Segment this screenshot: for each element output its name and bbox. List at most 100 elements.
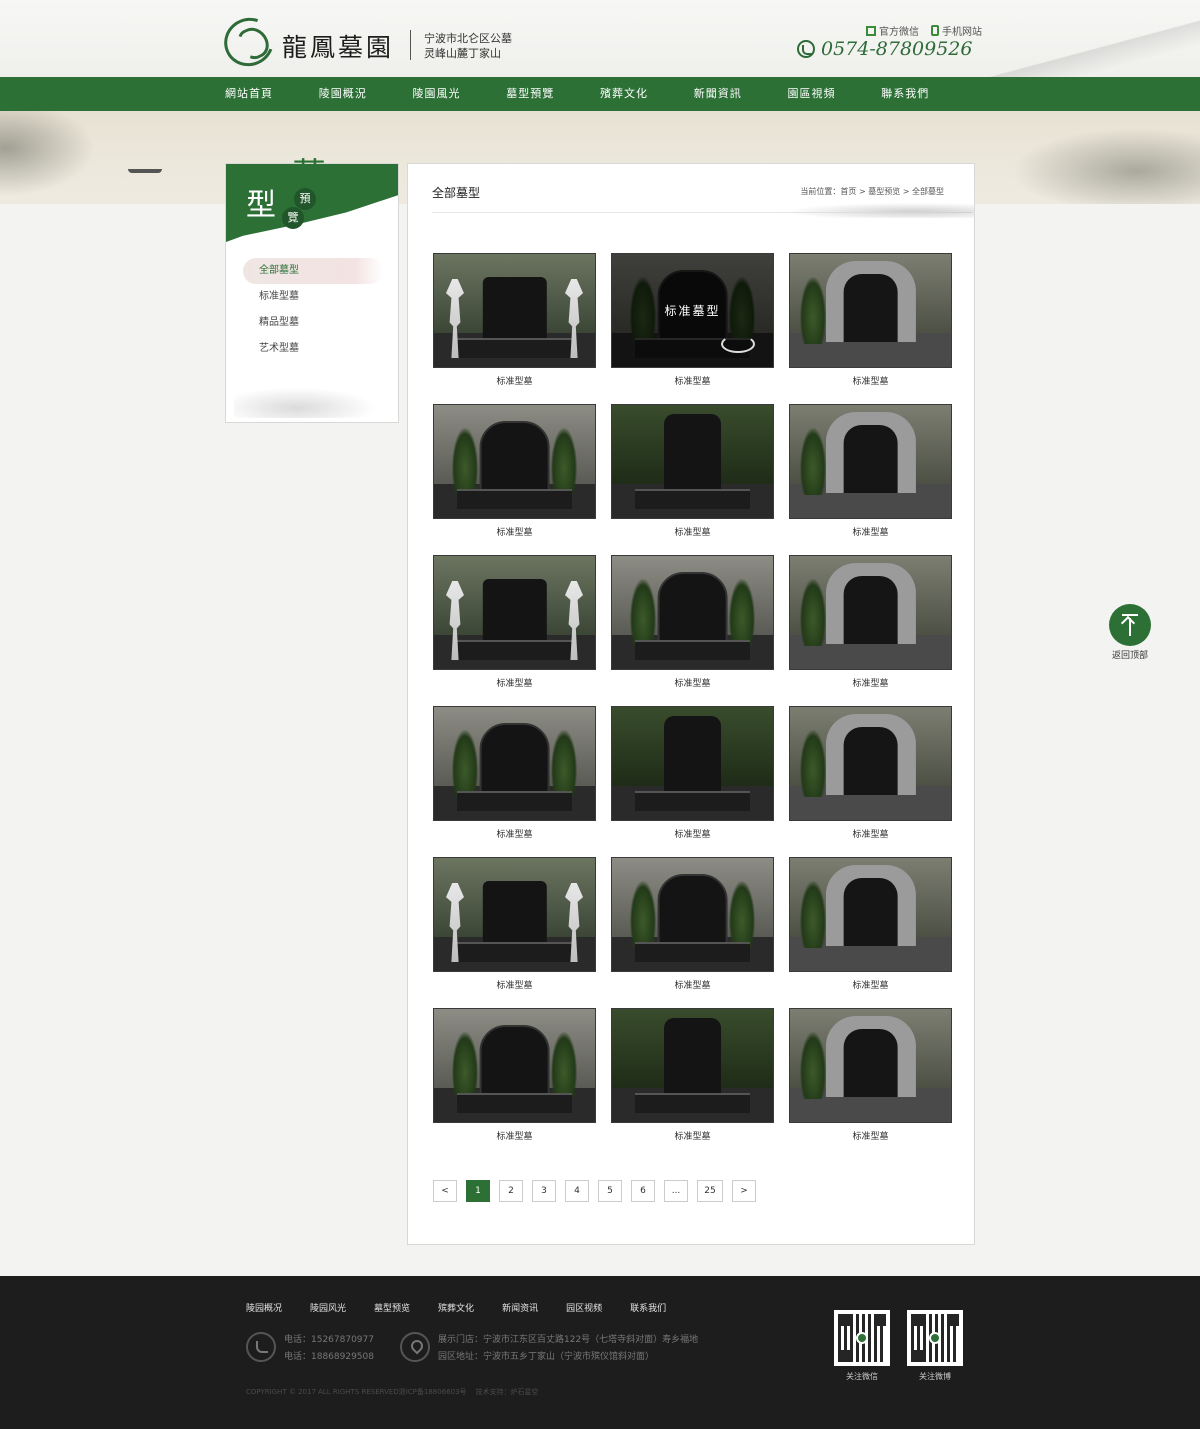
tomb-card[interactable]: 标准型墓: [789, 404, 952, 555]
tomb-thumbnail[interactable]: [433, 555, 596, 670]
tomb-card[interactable]: 标准墓型 标准型墓: [611, 253, 774, 404]
nav-item-funeral-culture[interactable]: 殯葬文化: [600, 77, 694, 111]
nav-item-tomb-preview[interactable]: 墓型預覽: [506, 77, 600, 111]
sidebar-item-premium[interactable]: 精品型墓: [243, 310, 383, 336]
tomb-card[interactable]: 标准型墓: [611, 1008, 774, 1159]
tomb-card-label[interactable]: 标准型墓: [433, 1123, 596, 1159]
tomb-card-label[interactable]: 标准型墓: [611, 519, 774, 555]
tomb-thumbnail[interactable]: [789, 706, 952, 821]
pagination-page-4[interactable]: 4: [565, 1180, 589, 1202]
tomb-card-label[interactable]: 标准型墓: [789, 821, 952, 857]
nav-item-overview[interactable]: 陵園概況: [319, 77, 413, 111]
nav-item-contact[interactable]: 聯系我們: [881, 77, 975, 111]
tomb-grid: 标准型墓 标准墓型 标准型墓 标准型墓 标准型墓 标准型墓 标准型墓 标准型墓 标准型墓 标准型墓…: [433, 253, 952, 1159]
tomb-card[interactable]: 标准型墓: [611, 404, 774, 555]
pagination-page-2[interactable]: 2: [499, 1180, 523, 1202]
tomb-thumbnail[interactable]: [433, 706, 596, 821]
slogan-line-1: 宁波市北仑区公墓: [424, 32, 512, 45]
tomb-card-label[interactable]: 标准型墓: [433, 821, 596, 857]
tomb-thumbnail[interactable]: [789, 555, 952, 670]
tomb-card-label[interactable]: 标准型墓: [611, 821, 774, 857]
tomb-card-label[interactable]: 标准型墓: [789, 972, 952, 1008]
pagination-page-1[interactable]: 1: [466, 1180, 490, 1202]
footer-nav-overview[interactable]: 陵园概况: [246, 1301, 282, 1314]
tomb-thumbnail[interactable]: [611, 706, 774, 821]
tomb-card-label[interactable]: 标准型墓: [611, 972, 774, 1008]
tomb-thumbnail[interactable]: [611, 555, 774, 670]
tomb-card[interactable]: 标准型墓: [433, 706, 596, 857]
footer-nav: 陵园概况 陵园风光 墓型预览 殡葬文化 新闻资讯 园区视频 联系我们: [246, 1301, 666, 1314]
tomb-card[interactable]: 标准型墓: [789, 857, 952, 1008]
sidebar-item-standard[interactable]: 标准型墓: [243, 284, 383, 310]
tomb-thumbnail[interactable]: [433, 1008, 596, 1123]
tomb-card-label[interactable]: 标准型墓: [433, 519, 596, 555]
pagination-page-6[interactable]: 6: [631, 1180, 655, 1202]
tomb-card[interactable]: 标准型墓: [789, 555, 952, 706]
qr-weibo[interactable]: 关注微博: [907, 1310, 963, 1382]
sidebar-item-all[interactable]: 全部墓型: [243, 258, 383, 284]
tomb-card[interactable]: 标准型墓: [789, 253, 952, 404]
tomb-card[interactable]: 标准型墓: [433, 404, 596, 555]
footer-nav-scenery[interactable]: 陵园风光: [310, 1301, 346, 1314]
footer-nav-news[interactable]: 新闻资讯: [502, 1301, 538, 1314]
site-logo[interactable]: 龍鳳墓園: [216, 9, 404, 75]
pagination-prev[interactable]: <: [433, 1180, 457, 1202]
nav-item-scenery[interactable]: 陵園風光: [413, 77, 507, 111]
tomb-thumbnail[interactable]: [611, 1008, 774, 1123]
tomb-thumbnail[interactable]: 标准墓型: [611, 253, 774, 368]
tomb-card-label[interactable]: 标准型墓: [433, 670, 596, 706]
pagination-next[interactable]: >: [732, 1180, 756, 1202]
pagination-page-last[interactable]: 25: [697, 1180, 723, 1202]
nav-item-video[interactable]: 園區視頻: [788, 77, 882, 111]
sidebar-header: 墓 型 預 覽: [226, 156, 398, 242]
tomb-thumbnail[interactable]: [433, 253, 596, 368]
tomb-card[interactable]: 标准型墓: [789, 706, 952, 857]
main-nav: 網站首頁 陵園概況 陵園風光 墓型預覽 殯葬文化 新聞資訊 園區視頻 聯系我們: [0, 77, 1200, 111]
sidebar-mountain-decoration: [234, 384, 390, 418]
tomb-card[interactable]: 标准型墓: [611, 555, 774, 706]
header-slogan: 宁波市北仑区公墓 灵峰山麓丁家山: [424, 31, 512, 61]
tomb-card-label[interactable]: 标准型墓: [789, 670, 952, 706]
footer-nav-tomb-preview[interactable]: 墓型预览: [374, 1301, 410, 1314]
telephone-icon: [797, 40, 815, 58]
tomb-thumbnail[interactable]: [433, 857, 596, 972]
pagination-page-5[interactable]: 5: [598, 1180, 622, 1202]
tomb-card[interactable]: 标准型墓: [433, 253, 596, 404]
tomb-card[interactable]: 标准型墓: [789, 1008, 952, 1159]
sidebar-item-art[interactable]: 艺术型墓: [243, 336, 383, 362]
tomb-card-label[interactable]: 标准型墓: [789, 368, 952, 404]
tomb-card-label[interactable]: 标准型墓: [611, 368, 774, 404]
footer-nav-funeral-culture[interactable]: 殡葬文化: [438, 1301, 474, 1314]
tomb-thumbnail[interactable]: [789, 253, 952, 368]
tomb-thumbnail[interactable]: [789, 404, 952, 519]
mobile-site-link[interactable]: 手机网站: [931, 23, 982, 38]
nav-item-news[interactable]: 新聞資訊: [694, 77, 788, 111]
tomb-card[interactable]: 标准型墓: [433, 555, 596, 706]
qr-wechat[interactable]: 关注微信: [834, 1310, 890, 1382]
tomb-card[interactable]: 标准型墓: [433, 857, 596, 1008]
tomb-thumbnail[interactable]: [789, 1008, 952, 1123]
tomb-card-label[interactable]: 标准型墓: [433, 368, 596, 404]
tech-support[interactable]: 技术支持：炉石星空: [475, 1388, 538, 1396]
tomb-card-label[interactable]: 标准型墓: [433, 972, 596, 1008]
tomb-card-label[interactable]: 标准型墓: [789, 1123, 952, 1159]
tomb-card[interactable]: 标准型墓: [611, 706, 774, 857]
tomb-card-label[interactable]: 标准型墓: [611, 670, 774, 706]
telephone-icon: [246, 1332, 276, 1362]
tomb-thumbnail[interactable]: [789, 857, 952, 972]
tomb-card-label[interactable]: 标准型墓: [611, 1123, 774, 1159]
footer-nav-video[interactable]: 园区视频: [566, 1301, 602, 1314]
tomb-card[interactable]: 标准型墓: [611, 857, 774, 1008]
tomb-card-label[interactable]: 标准型墓: [789, 519, 952, 555]
back-to-top-button[interactable]: 返回顶部: [1108, 604, 1152, 661]
footer-address-1: 展示门店：宁波市江东区百丈路122号（七塔寺斜对面）寿乡福地: [438, 1335, 699, 1345]
pagination-page-3[interactable]: 3: [532, 1180, 556, 1202]
title-divider: [432, 212, 972, 213]
wechat-link[interactable]: 官方微信: [866, 23, 919, 38]
nav-item-home[interactable]: 網站首頁: [225, 77, 319, 111]
tomb-thumbnail[interactable]: [611, 404, 774, 519]
footer-nav-contact[interactable]: 联系我们: [630, 1301, 666, 1314]
tomb-thumbnail[interactable]: [611, 857, 774, 972]
tomb-thumbnail[interactable]: [433, 404, 596, 519]
tomb-card[interactable]: 标准型墓: [433, 1008, 596, 1159]
